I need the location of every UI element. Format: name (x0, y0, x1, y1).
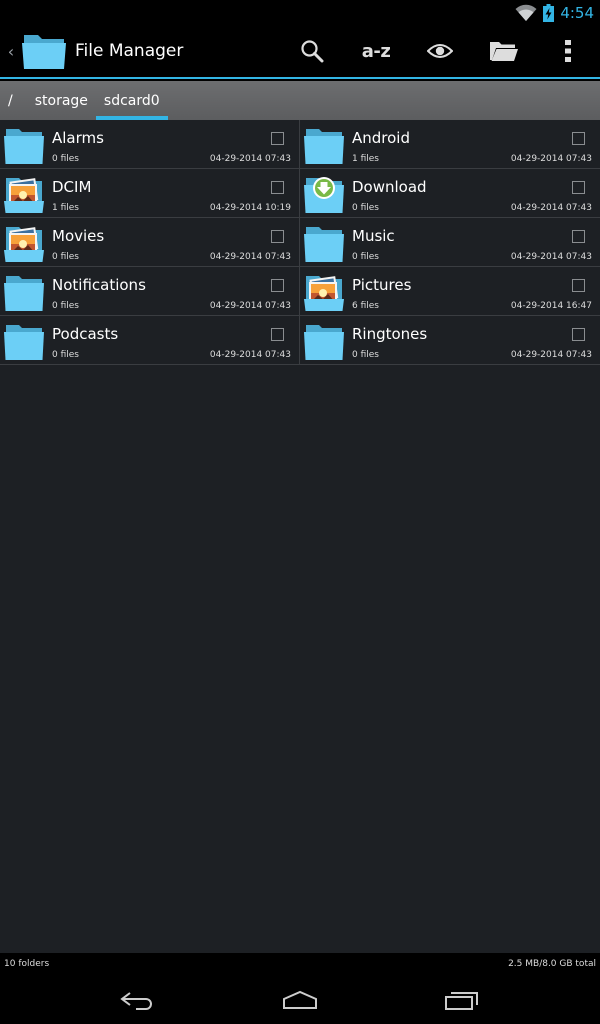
overflow-menu-button[interactable] (536, 25, 600, 77)
up-caret-icon[interactable]: ‹ (4, 42, 18, 61)
folder-date: 04-29-2014 07:43 (510, 350, 592, 360)
folder-name: Alarms (52, 129, 104, 147)
wifi-icon (515, 4, 537, 21)
battery-charging-icon (543, 3, 555, 22)
folder-icon (304, 227, 344, 262)
app-title: File Manager (75, 41, 184, 61)
storage-usage: 2.5 MB/8.0 GB total (508, 959, 596, 969)
breadcrumb: / storage sdcard0 (0, 81, 600, 120)
folder-name: DCIM (52, 178, 92, 196)
folder-item-android[interactable]: Android 1 files 04-29-2014 07:43 (300, 120, 600, 169)
folder-file-count: 1 files (52, 203, 79, 213)
folder-file-count: 0 files (52, 350, 79, 360)
folder-date: 04-29-2014 07:43 (209, 350, 291, 360)
more-vert-icon (565, 40, 571, 62)
breadcrumb-sdcard0[interactable]: sdcard0 (95, 81, 168, 120)
folder-name: Download (352, 178, 427, 196)
sort-button[interactable]: a-z (344, 25, 408, 77)
folder-item-podcasts[interactable]: Podcasts 0 files 04-29-2014 07:43 (0, 316, 300, 365)
status-bar: 4:54 (0, 0, 600, 25)
folder-icon (4, 325, 44, 360)
file-list: Alarms 0 files 04-29-2014 07:43 Android … (0, 120, 600, 953)
sort-label: a-z (361, 40, 391, 62)
folder-name: Podcasts (52, 325, 119, 343)
navigation-bar (0, 975, 600, 1024)
folder-name: Android (352, 129, 410, 147)
select-checkbox[interactable] (572, 279, 585, 292)
folder-date: 04-29-2014 07:43 (209, 252, 291, 262)
select-checkbox[interactable] (271, 230, 284, 243)
folder-file-count: 0 files (52, 154, 79, 164)
back-icon (120, 991, 152, 1010)
folder-icon (304, 129, 344, 164)
folder-item-movies[interactable]: Movies 0 files 04-29-2014 07:43 (0, 218, 300, 267)
folder-date: 04-29-2014 07:43 (209, 301, 291, 311)
folder-name: Movies (52, 227, 105, 245)
breadcrumb-root[interactable]: / (0, 81, 27, 120)
folder-item-notifications[interactable]: Notifications 0 files 04-29-2014 07:43 (0, 267, 300, 316)
open-folder-icon (490, 42, 518, 61)
folder-date: 04-29-2014 10:19 (209, 203, 291, 213)
home-icon (283, 990, 317, 1009)
app-folder-icon[interactable] (20, 31, 68, 71)
folder-date: 04-29-2014 07:43 (510, 203, 592, 213)
folder-file-count: 6 files (352, 301, 379, 311)
folder-date: 04-29-2014 16:47 (510, 301, 592, 311)
search-icon (301, 40, 324, 63)
eye-icon (427, 44, 453, 58)
folder-item-download[interactable]: Download 0 files 04-29-2014 07:43 (300, 169, 600, 218)
search-button[interactable] (280, 25, 344, 77)
download-folder-icon (304, 177, 344, 213)
select-checkbox[interactable] (271, 279, 284, 292)
select-checkbox[interactable] (572, 328, 585, 341)
select-checkbox[interactable] (271, 328, 284, 341)
select-checkbox[interactable] (572, 132, 585, 145)
folder-name: Notifications (52, 276, 146, 294)
recent-apps-button[interactable] (434, 980, 490, 1020)
folder-item-alarms[interactable]: Alarms 0 files 04-29-2014 07:43 (0, 120, 300, 169)
folder-item-dcim[interactable]: DCIM 1 files 04-29-2014 10:19 (0, 169, 300, 218)
back-button[interactable] (110, 980, 166, 1020)
folder-file-count: 0 files (52, 252, 79, 262)
open-folder-button[interactable] (472, 25, 536, 77)
folder-date: 04-29-2014 07:43 (510, 252, 592, 262)
folder-file-count: 0 files (352, 350, 379, 360)
folder-file-count: 1 files (352, 154, 379, 164)
folder-name: Music (352, 227, 395, 245)
status-time: 4:54 (560, 3, 594, 22)
pictures-folder-icon (304, 276, 344, 311)
home-button[interactable] (272, 980, 328, 1020)
folder-file-count: 0 files (352, 252, 379, 262)
folder-file-count: 0 files (52, 301, 79, 311)
action-bar: ‹ File Manager a-z (0, 25, 600, 79)
folder-name: Pictures (352, 276, 412, 294)
folder-file-count: 0 files (352, 203, 379, 213)
folder-item-ringtones[interactable]: Ringtones 0 files 04-29-2014 07:43 (300, 316, 600, 365)
pictures-folder-icon (4, 178, 44, 213)
folder-date: 04-29-2014 07:43 (510, 154, 592, 164)
folder-date: 04-29-2014 07:43 (209, 154, 291, 164)
breadcrumb-storage[interactable]: storage (27, 81, 96, 120)
folder-grid: Alarms 0 files 04-29-2014 07:43 Android … (0, 120, 600, 365)
pictures-folder-icon (4, 227, 44, 262)
select-checkbox[interactable] (271, 132, 284, 145)
folder-item-music[interactable]: Music 0 files 04-29-2014 07:43 (300, 218, 600, 267)
show-hidden-button[interactable] (408, 25, 472, 77)
status-footer: 10 folders 2.5 MB/8.0 GB total (0, 953, 600, 975)
folder-name: Ringtones (352, 325, 428, 343)
toolbar-actions: a-z (280, 25, 600, 77)
select-checkbox[interactable] (572, 230, 585, 243)
folder-icon (304, 325, 344, 360)
folder-count: 10 folders (4, 959, 50, 969)
folder-icon (4, 276, 44, 311)
select-checkbox[interactable] (572, 181, 585, 194)
folder-item-pictures[interactable]: Pictures 6 files 04-29-2014 16:47 (300, 267, 600, 316)
select-checkbox[interactable] (271, 181, 284, 194)
recent-apps-icon (445, 991, 478, 1010)
folder-icon (4, 129, 44, 164)
